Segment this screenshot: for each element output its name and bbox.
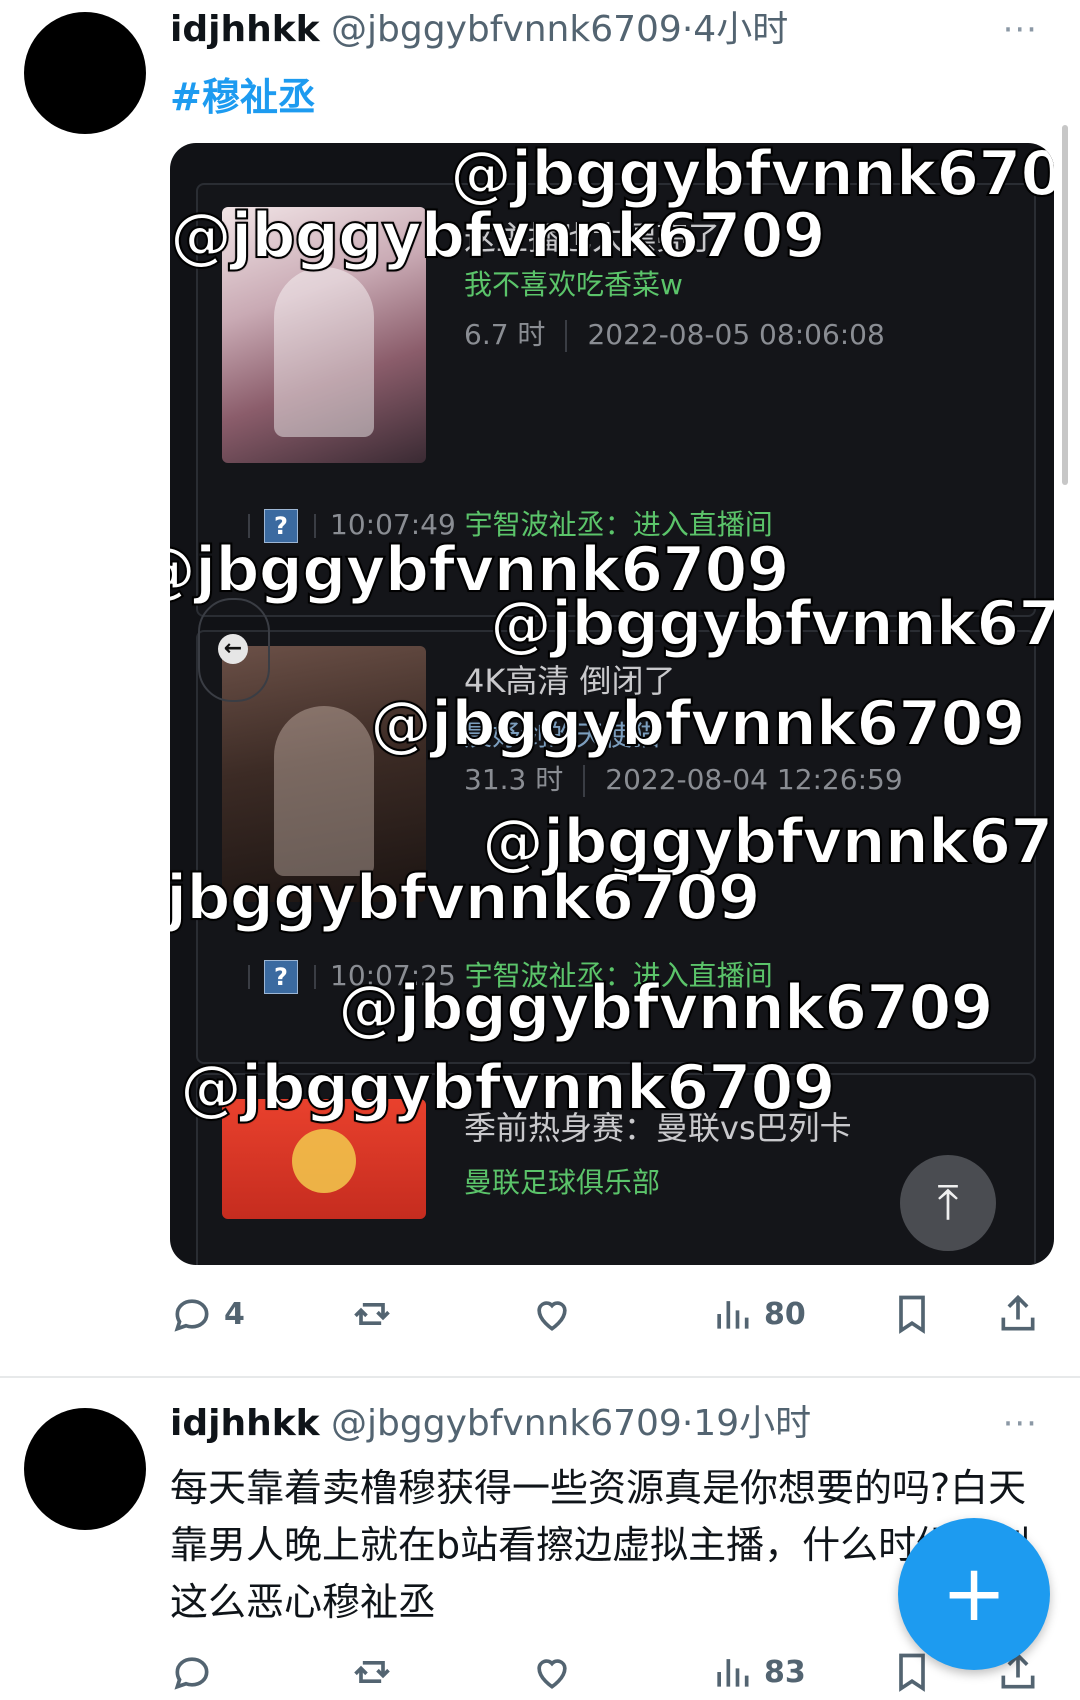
reply-icon (174, 1299, 209, 1332)
avatar[interactable] (24, 12, 146, 134)
bookmark-icon (899, 1653, 925, 1692)
handle[interactable]: @jbggybfvnnk6709 (331, 1403, 682, 1444)
action-bar: 83 (170, 1644, 1050, 1700)
stream-datetime: 2022-08-05 08:06:08 (587, 318, 885, 351)
views-button[interactable]: 80 (710, 1286, 806, 1342)
like-button[interactable] (530, 1286, 584, 1342)
display-name[interactable]: idjhhkk (170, 9, 320, 50)
arrow-left-icon: ← (218, 634, 248, 664)
streamer-name: 曼联足球俱乐部 (464, 1166, 661, 1199)
views-icon (717, 1659, 749, 1687)
more-icon[interactable]: ··· (1003, 1407, 1038, 1441)
view-count: 80 (764, 1296, 806, 1332)
divider (0, 1376, 1080, 1378)
separator: · (681, 1403, 694, 1444)
bookmark-button[interactable] (890, 1286, 934, 1342)
like-button[interactable] (530, 1644, 584, 1700)
reply-button[interactable] (170, 1644, 224, 1700)
post-header: idjhhkk @jbggybfvnnk6709·19小时 (170, 1404, 811, 1444)
avatar[interactable] (24, 1408, 146, 1530)
stream-meta: 6.7 时 2022-08-05 08:06:08 (464, 313, 885, 353)
watermark-text: @jbggybfvnnk6709 (170, 198, 827, 273)
media-image[interactable]: 这主播也太漂亮了 我不喜欢吃香菜w 6.7 时 2022-08-05 08:06:… (170, 143, 1054, 1265)
timestamp[interactable]: 19小时 (693, 1403, 811, 1444)
stream-datetime: 2022-08-04 12:26:59 (605, 763, 903, 796)
handle[interactable]: @jbggybfvnnk6709 (331, 9, 682, 50)
views-button[interactable]: 83 (710, 1644, 806, 1700)
repost-button[interactable] (350, 1644, 404, 1700)
scroll-to-top-icon[interactable]: ⤒ (900, 1155, 996, 1251)
unknown-icon: ? (264, 960, 298, 994)
display-name[interactable]: idjhhkk (170, 1403, 320, 1444)
action-bar: 4 80 (170, 1286, 1050, 1342)
reply-button[interactable]: 4 (170, 1286, 245, 1342)
post-1[interactable]: idjhhkk @jbggybfvnnk6709·4小时 ··· #穆祉丞 这主… (0, 0, 1080, 1378)
views-icon (717, 1301, 749, 1329)
share-button[interactable] (996, 1286, 1040, 1342)
reply-icon (174, 1657, 209, 1690)
scrollbar[interactable] (1062, 125, 1068, 485)
watermark-text: @jbggybfvnnk6709 (337, 970, 995, 1045)
stream-duration: 6.7 时 (464, 318, 546, 351)
more-icon[interactable]: ··· (1003, 13, 1038, 47)
watermark-text: @jbggybfvnnk6709 (179, 1050, 837, 1125)
compose-button[interactable]: + (898, 1518, 1050, 1670)
heart-icon (537, 1301, 567, 1331)
separator: · (681, 9, 694, 50)
hashtag-link[interactable]: #穆祉丞 (170, 66, 316, 121)
repost-button[interactable] (350, 1286, 404, 1342)
post-header: idjhhkk @jbggybfvnnk6709·4小时 (170, 10, 788, 50)
stream-duration: 31.3 时 (464, 763, 564, 796)
heart-icon (537, 1659, 567, 1689)
repost-icon (354, 1303, 390, 1325)
bookmark-icon (899, 1295, 925, 1334)
back-button[interactable]: ← (198, 598, 270, 702)
watermark-text: jbggybfvnnk6709 (170, 860, 762, 935)
watermark-text: @jbggybfvnnk67 (489, 586, 1054, 661)
reply-count: 4 (224, 1296, 245, 1332)
view-count: 83 (764, 1654, 806, 1690)
share-icon (1001, 1294, 1035, 1331)
repost-icon (354, 1661, 390, 1683)
stream-meta: 31.3 时 2022-08-04 12:26:59 (464, 758, 903, 798)
timestamp[interactable]: 4小时 (693, 9, 788, 50)
watermark-text: @jbggybfvnnk6709 (369, 686, 1027, 761)
